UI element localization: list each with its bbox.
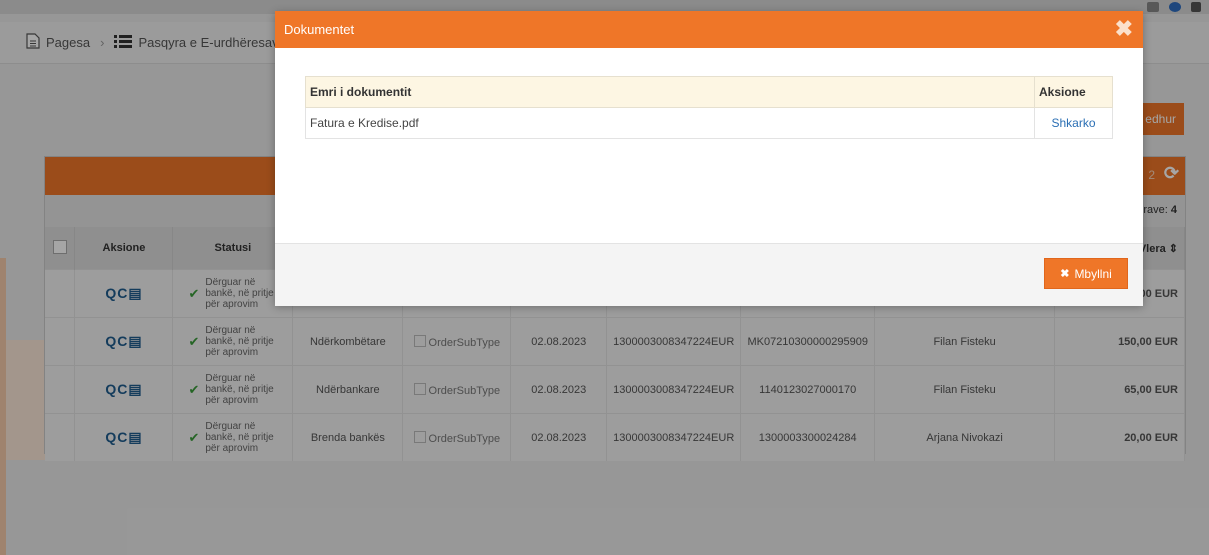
close-button[interactable]: ✖ Mbyllni bbox=[1044, 258, 1128, 289]
modal-footer: ✖ Mbyllni bbox=[275, 243, 1143, 306]
download-link[interactable]: Shkarko bbox=[1051, 116, 1095, 130]
modal-title: Dokumentet bbox=[284, 22, 355, 37]
column-header-document-name: Emri i dokumentit bbox=[305, 76, 1035, 108]
document-name: Fatura e Kredise.pdf bbox=[305, 107, 1035, 139]
documents-header-row: Emri i dokumentit Aksione bbox=[305, 76, 1113, 108]
close-icon[interactable]: ✖ bbox=[1115, 16, 1133, 42]
document-action-cell: Shkarko bbox=[1034, 107, 1113, 139]
close-x-icon: ✖ bbox=[1060, 268, 1070, 280]
modal-header: Dokumentet ✖ bbox=[275, 11, 1143, 48]
document-row: Fatura e Kredise.pdf Shkarko bbox=[305, 107, 1113, 139]
column-header-actions: Aksione bbox=[1034, 76, 1113, 108]
close-button-label: Mbyllni bbox=[1074, 266, 1112, 281]
documents-table: Emri i dokumentit Aksione Fatura e Kredi… bbox=[305, 76, 1113, 139]
documents-modal: Dokumentet ✖ Emri i dokumentit Aksione F… bbox=[275, 11, 1143, 306]
